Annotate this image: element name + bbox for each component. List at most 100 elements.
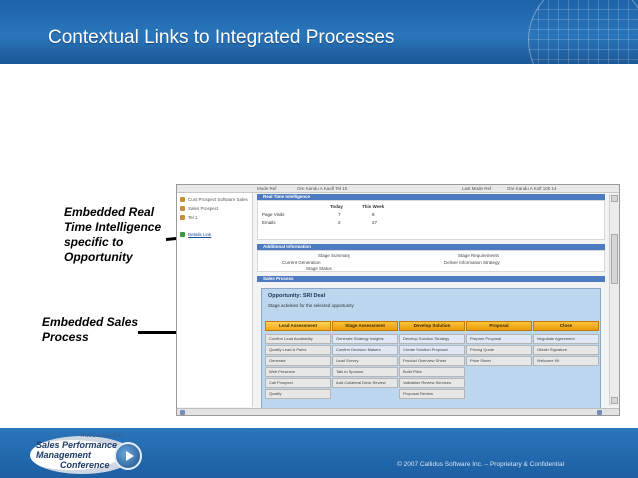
task-button[interactable]: Validation Review Services (399, 378, 465, 388)
stage-row: Lead Assessment Stage Assessment Develop… (265, 321, 599, 331)
sidebar-item-prospect[interactable]: Sales Prospect (180, 204, 250, 213)
logo-tagline: TrueConnection (80, 433, 123, 439)
task-button[interactable]: Develop Solution Strategy (399, 334, 465, 344)
task-column: Generate Strategy Insights Confirm Decis… (332, 334, 398, 414)
embedded-app-screenshot: Mode Ref Ore Kandu A Kaolf Tel 10 Last M… (176, 184, 620, 416)
task-button[interactable]: Qualify (265, 389, 331, 399)
slide-title: Contextual Links to Integrated Processes (48, 27, 395, 48)
globe-icon (528, 0, 638, 64)
cell-value: 2 (338, 220, 341, 225)
document-icon (180, 232, 185, 237)
task-column: Develop Solution Strategy Create Solutio… (399, 334, 465, 414)
table-row: Page Visits 7 8 (262, 212, 392, 218)
field-value: Deliver Information Strategy (444, 260, 500, 265)
sidebar-item-label[interactable]: Details Link (188, 232, 211, 237)
opportunity-title: Opportunity: SRI Deal (268, 293, 326, 299)
task-column: Confirm Lead Availability Qualify Lead &… (265, 334, 331, 414)
top-value-left: Ore Kandu A Kaolf Tel 10 (297, 186, 348, 191)
realtime-table: Today This Week Page Visits 7 8 Emails 2… (257, 200, 605, 240)
task-button[interactable]: Talk to Sponsor (332, 367, 398, 377)
top-label-right: Last Mode Ref (462, 186, 492, 191)
task-button[interactable]: Obtain Signature (533, 345, 599, 355)
vertical-scrollbar[interactable] (609, 194, 619, 406)
conference-logo: TrueConnection Sales Performance Managem… (26, 432, 152, 476)
task-column: Negotiate Agreement Obtain Signature Wel… (533, 334, 599, 414)
sidebar-item-label: Tel 1 (188, 215, 198, 220)
task-button[interactable]: Confirm Lead Availability (265, 334, 331, 344)
task-button[interactable]: Generate Strategy Insights (332, 334, 398, 344)
task-column: Prepare Proposal Pricing Quote Price She… (466, 334, 532, 414)
task-button[interactable]: Qualify Lead & Pains (265, 345, 331, 355)
field-value: Current Generation (282, 260, 321, 265)
task-button[interactable]: Welcome Kit (533, 356, 599, 366)
logo-line-3: Conference (60, 460, 110, 470)
sidebar-item-account[interactable]: Cust Prospect Software Sales (180, 195, 250, 204)
task-button[interactable]: Product Overview Sheet (399, 356, 465, 366)
stage-tab-close[interactable]: Close (533, 321, 599, 331)
task-button[interactable]: Web Presence (265, 367, 331, 377)
scroll-thumb[interactable] (611, 234, 618, 284)
section-title: Additional Information (263, 244, 311, 249)
task-button[interactable]: Generate (265, 356, 331, 366)
scroll-down-button[interactable] (611, 397, 618, 404)
task-button[interactable]: Price Sheet (466, 356, 532, 366)
field-label: Stage Requirements (458, 253, 500, 258)
task-button[interactable]: Lead Survey (332, 356, 398, 366)
cell-value: 8 (372, 212, 375, 217)
title-bar: Contextual Links to Integrated Processes (0, 0, 638, 64)
sidebar-item-label: Cust Prospect Software Sales (188, 197, 248, 202)
zone-icon (597, 410, 602, 415)
section-title: Sales Process (263, 276, 294, 281)
row-label: Emails (262, 220, 276, 225)
stage-tab-proposal[interactable]: Proposal (466, 321, 532, 331)
task-button[interactable]: Call Prospect (265, 378, 331, 388)
sidebar-item-tel[interactable]: Tel 1 (180, 213, 250, 222)
column-header: This Week (362, 204, 385, 209)
summary-panel: Stage Summary Stage Requirements Current… (257, 250, 605, 272)
sales-process-panel: Opportunity: SRI Deal Stage activities f… (261, 288, 601, 415)
task-grid: Confirm Lead Availability Qualify Lead &… (265, 334, 599, 414)
column-header: Today (330, 204, 343, 209)
app-sidebar: Cust Prospect Software Sales Sales Prosp… (177, 193, 253, 407)
top-value-right: Ore Kandu A Kolf 100 14 (507, 186, 557, 191)
status-bar (177, 408, 619, 415)
play-icon (114, 442, 142, 470)
callout-realtime-intelligence: Embedded Real Time Intelligence specific… (64, 205, 162, 264)
stage-tab-lead-assessment[interactable]: Lead Assessment (265, 321, 331, 331)
folder-icon (180, 215, 185, 220)
scroll-up-button[interactable] (611, 195, 618, 202)
cell-value: 7 (338, 212, 341, 217)
task-button[interactable]: Prepare Proposal (466, 334, 532, 344)
task-button[interactable]: Negotiate Agreement (533, 334, 599, 344)
cell-value: 27 (372, 220, 378, 225)
app-top-bar: Mode Ref Ore Kandu A Kaolf Tel 10 Last M… (177, 185, 619, 193)
task-button[interactable]: Confirm Decision Makers (332, 345, 398, 355)
page-icon (180, 410, 185, 415)
folder-icon (180, 197, 185, 202)
stage-tab-stage-assessment[interactable]: Stage Assessment (332, 321, 398, 331)
stage-tab-develop-solution[interactable]: Develop Solution (399, 321, 465, 331)
section-title: Real Time Intelligence (263, 194, 311, 199)
row-label: Page Visits (262, 212, 285, 217)
task-button[interactable]: Create Solution Proposal (399, 345, 465, 355)
copyright-notice: © 2007 Callidus Software Inc. – Propriet… (397, 461, 565, 468)
process-subtitle: Stage activities for the selected opport… (268, 303, 354, 308)
sidebar-item-details-link[interactable]: Details Link (180, 230, 250, 239)
table-header: Today This Week (262, 204, 392, 210)
task-button[interactable]: Pricing Quote (466, 345, 532, 355)
folder-icon (180, 206, 185, 211)
field-label: Stage Summary (318, 253, 351, 258)
slide: Contextual Links to Integrated Processes… (0, 0, 638, 478)
field-label: Stage Status (306, 266, 332, 271)
table-row: Emails 2 27 (262, 220, 392, 226)
task-button[interactable]: Build Pitch (399, 367, 465, 377)
section-bar-process[interactable]: Sales Process (257, 276, 605, 282)
sidebar-item-label: Sales Prospect (188, 206, 219, 211)
task-button[interactable]: Proposal Review (399, 389, 465, 399)
callout-sales-process: Embedded Sales Process (42, 315, 139, 344)
top-label-left: Mode Ref (257, 186, 277, 191)
app-main-panel: Real Time Intelligence Today This Week P… (257, 194, 605, 415)
logo-line-2: Management (36, 450, 92, 460)
logo-line-1: Sales Performance (36, 440, 118, 450)
task-button[interactable]: Add Collateral Deck Review (332, 378, 398, 388)
